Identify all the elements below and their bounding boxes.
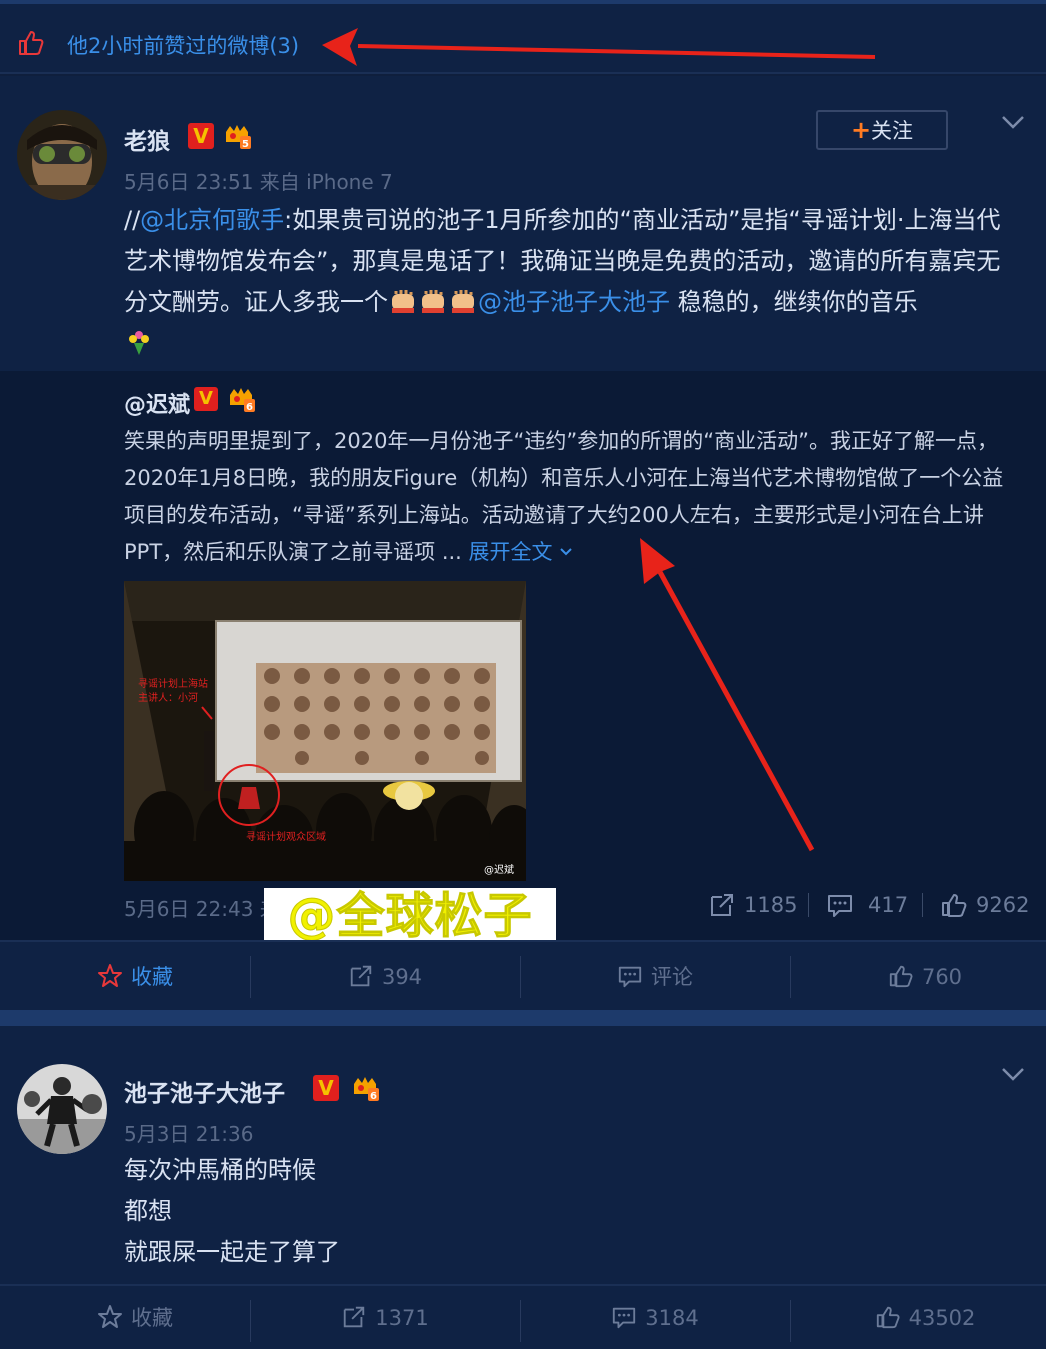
post-card: 池子池子大池子 V 6 5月3日 21:36 每次沖馬桶的時候 都想 就跟屎一起… [0, 1026, 1046, 1284]
image-caption: 主讲人：小河 [138, 691, 198, 704]
fist-emoji-icon [392, 290, 414, 313]
divider [922, 893, 923, 917]
chevron-down-icon[interactable] [1000, 1066, 1026, 1082]
level-number: 5 [242, 139, 249, 150]
post-text-end: 稳稳的，继续你的音乐 [670, 288, 918, 316]
repost-count: 1371 [375, 1306, 429, 1330]
like-count: 760 [921, 965, 963, 989]
post-body: 每次沖馬桶的時候 都想 就跟屎一起走了算了 [124, 1150, 340, 1273]
thumbs-up-icon [19, 31, 44, 55]
comment-button[interactable]: 评论 [520, 942, 790, 1012]
original-post-meta: 5月6日 22:43 来 [124, 897, 280, 921]
original-text: 笑果的声明里提到了，2020年一月份池子“违约”参加的所谓的“商业活动”。我正好… [124, 423, 1024, 571]
favorite-label: 收藏 [131, 1306, 173, 1330]
reposted-post: @迟斌 V 6 笑果的声明里提到了，2020年一月份池子“违约”参加的所谓的“商… [0, 371, 1046, 941]
comment-label: 评论 [651, 965, 693, 989]
star-icon [98, 964, 122, 987]
comment-icon[interactable] [826, 891, 854, 919]
like-button[interactable]: 43502 [790, 1286, 1046, 1349]
expand-label: 展开全文 [468, 540, 553, 564]
watermark: @全球松子 [264, 888, 556, 945]
fist-emoji-icon [422, 290, 444, 313]
comment-icon [613, 1307, 636, 1329]
thumbs-up-icon [889, 965, 913, 988]
verified-v-icon: V [313, 1075, 339, 1101]
original-author-name[interactable]: @迟斌 [124, 393, 190, 418]
favorite-button[interactable]: 收藏 [0, 1286, 270, 1349]
star-icon [98, 1305, 122, 1328]
liked-weibo-link[interactable]: 他2小时前赞过的微博(3) [67, 30, 299, 60]
action-bar: 收藏 394 评论 760 [0, 940, 1046, 1010]
fist-emoji-icon [452, 290, 474, 313]
chevron-down-icon [560, 548, 572, 556]
repost-icon [350, 965, 372, 987]
like-count: 43502 [908, 1306, 976, 1330]
repost-icon [344, 1306, 365, 1328]
liked-weibo-header: 他2小时前赞过的微博(3) [0, 0, 1046, 74]
favorite-button[interactable]: 收藏 [0, 942, 270, 1012]
post-line: 都想 [124, 1197, 172, 1225]
original-like-count[interactable]: 9262 [976, 893, 1029, 917]
thumbs-up-icon[interactable] [940, 891, 968, 919]
thumbs-up-icon [876, 1306, 900, 1329]
comment-button[interactable]: 3184 [520, 1286, 790, 1349]
repost-icon[interactable] [708, 891, 736, 919]
like-button[interactable]: 760 [790, 942, 1046, 1012]
author-name[interactable]: 池子池子大池子 [124, 1074, 285, 1108]
image-credit: @迟斌 [484, 863, 514, 876]
divider [808, 893, 809, 917]
chevron-down-icon[interactable] [1000, 114, 1026, 130]
favorite-label: 收藏 [131, 965, 173, 989]
post-meta: 5月6日 23:51 来自 iPhone 7 [124, 170, 393, 194]
repost-button[interactable]: 1371 [250, 1286, 520, 1349]
level-number: 6 [370, 1091, 377, 1102]
original-author[interactable]: @迟斌 [124, 387, 190, 419]
plus-icon: + [850, 116, 872, 144]
post-card: 老狼 V 5 5月6日 23:51 来自 iPhone 7 +关注 //@北京何… [0, 76, 1046, 941]
repost-count: 394 [381, 965, 423, 989]
flower-bouquet-emoji-icon [129, 331, 149, 355]
image-caption: 寻谣计划上海站 [138, 677, 208, 690]
repost-prefix: // [124, 206, 141, 234]
verified-v-icon: V [194, 387, 218, 411]
avatar[interactable] [17, 1064, 107, 1154]
original-comment-count[interactable]: 417 [868, 893, 908, 917]
level-badge-icon: 6 [230, 388, 255, 413]
avatar[interactable] [17, 110, 107, 200]
expand-full-text-link[interactable]: 展开全文 [469, 540, 574, 564]
slide-photo-grid [256, 663, 496, 773]
repost-button[interactable]: 394 [250, 942, 520, 1012]
action-bar: 收藏 1371 3184 43502 [0, 1284, 1046, 1349]
comment-count: 3184 [645, 1306, 699, 1330]
watermark-text: @全球松子 [287, 888, 533, 945]
feed-separator [0, 1010, 1046, 1026]
level-badge-icon: 5 [226, 125, 251, 150]
post-image[interactable]: 寻谣计划上海站 主讲人：小河 寻谣计划观众区域 @迟斌 [124, 581, 526, 881]
level-badge-icon: 6 [354, 1077, 379, 1102]
post-body: //@北京何歌手:如果贵司说的池子1月所参加的“商业活动”是指“寻谣计划·上海当… [124, 200, 1024, 364]
post-meta: 5月3日 21:36 [124, 1122, 254, 1146]
post-line: 就跟屎一起走了算了 [124, 1238, 340, 1266]
follow-button[interactable]: +关注 [816, 110, 948, 150]
comment-icon [618, 966, 642, 988]
author-name[interactable]: 老狼 [124, 122, 170, 156]
original-repost-count[interactable]: 1185 [744, 893, 797, 917]
image-caption: 寻谣计划观众区域 [246, 830, 326, 843]
mention-link[interactable]: @池子池子大池子 [478, 288, 670, 316]
verified-v-icon: V [188, 123, 214, 149]
mention-link[interactable]: @北京何歌手 [140, 206, 284, 234]
level-number: 6 [246, 402, 253, 413]
post-line: 每次沖馬桶的時候 [124, 1156, 316, 1184]
follow-label: 关注 [871, 119, 914, 143]
